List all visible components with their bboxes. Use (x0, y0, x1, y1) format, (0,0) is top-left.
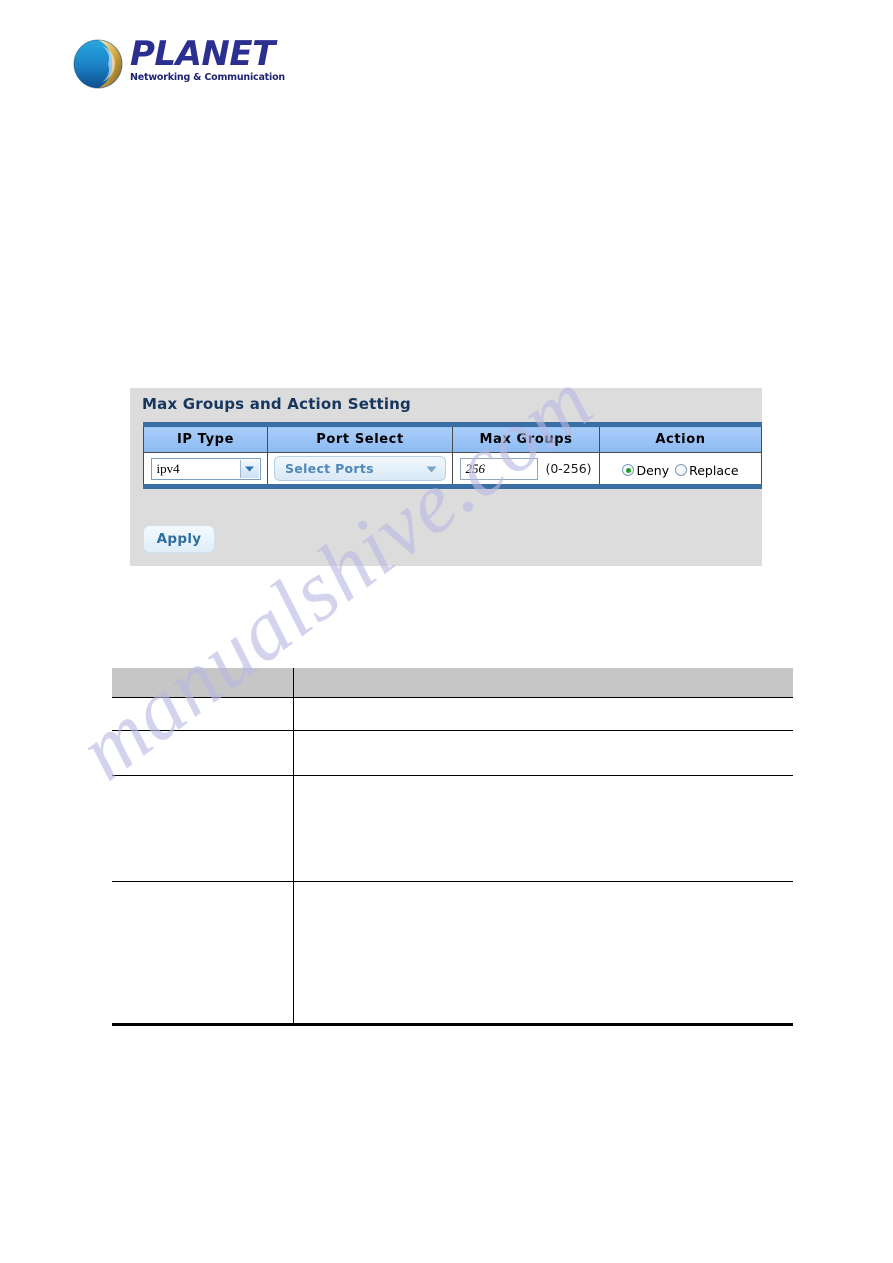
desc-term (112, 730, 294, 776)
column-header-max-groups: Max Groups (452, 424, 600, 453)
desc-term (112, 697, 294, 731)
desc-text (293, 775, 793, 882)
desc-table-bottom-rule (112, 1023, 793, 1026)
action-radio-deny-label: Deny (636, 462, 670, 478)
desc-term (112, 881, 294, 1023)
action-radio-deny[interactable]: Deny (622, 463, 669, 478)
settings-table-row: ipv4 Select Ports 256 (0-256) Deny Repla… (143, 452, 762, 487)
table-row (112, 730, 793, 776)
planet-logo: PLANET Networking & Communication (72, 36, 302, 94)
apply-button[interactable]: Apply (143, 525, 215, 553)
settings-table-header-row: IP Type Port Select Max Groups Action (143, 424, 762, 453)
ip-type-select[interactable]: ipv4 (150, 457, 261, 480)
desc-text (293, 730, 793, 776)
brand-name: PLANET (130, 34, 275, 74)
desc-text (293, 881, 793, 1023)
cell-port-select: Select Ports (267, 452, 453, 487)
desc-column-header-object (112, 668, 294, 698)
desc-text (293, 697, 793, 731)
desc-term (112, 775, 294, 882)
action-radio-replace[interactable]: Replace (675, 462, 739, 478)
desc-table-header-row (112, 668, 793, 698)
cell-action: Deny Replace (599, 452, 762, 487)
max-groups-range-hint: (0-256) (545, 461, 592, 476)
max-groups-and-action-setting-panel: Max Groups and Action Setting IP Type Po… (130, 388, 762, 566)
column-header-ip-type: IP Type (143, 424, 268, 453)
cell-ip-type: ipv4 (143, 452, 268, 487)
table-row (112, 881, 793, 1023)
watermark-overlay: manualshive.com (0, 0, 893, 1263)
desc-column-header-description (293, 668, 793, 698)
panel-title: Max Groups and Action Setting (142, 395, 411, 413)
max-groups-input[interactable]: 256 (460, 457, 539, 480)
table-row (112, 775, 793, 882)
radio-selected-icon[interactable] (622, 464, 635, 476)
ip-type-value: ipv4 (156, 460, 180, 476)
settings-table: IP Type Port Select Max Groups Action ip… (143, 422, 762, 489)
cell-max-groups: 256 (0-256) (452, 452, 600, 487)
caret-down-icon (426, 461, 437, 476)
planet-globe-icon (72, 38, 124, 90)
column-header-port-select: Port Select (267, 424, 453, 453)
brand-tagline: Networking & Communication (130, 72, 285, 83)
column-header-action: Action (599, 424, 762, 453)
select-ports-button[interactable]: Select Ports (274, 456, 446, 481)
radio-unselected-icon[interactable] (675, 464, 688, 476)
object-description-table (112, 668, 793, 1023)
select-ports-label: Select Ports (285, 461, 374, 476)
action-radio-replace-label: Replace (689, 462, 739, 478)
table-row (112, 697, 793, 731)
chevron-down-icon[interactable] (239, 459, 259, 478)
